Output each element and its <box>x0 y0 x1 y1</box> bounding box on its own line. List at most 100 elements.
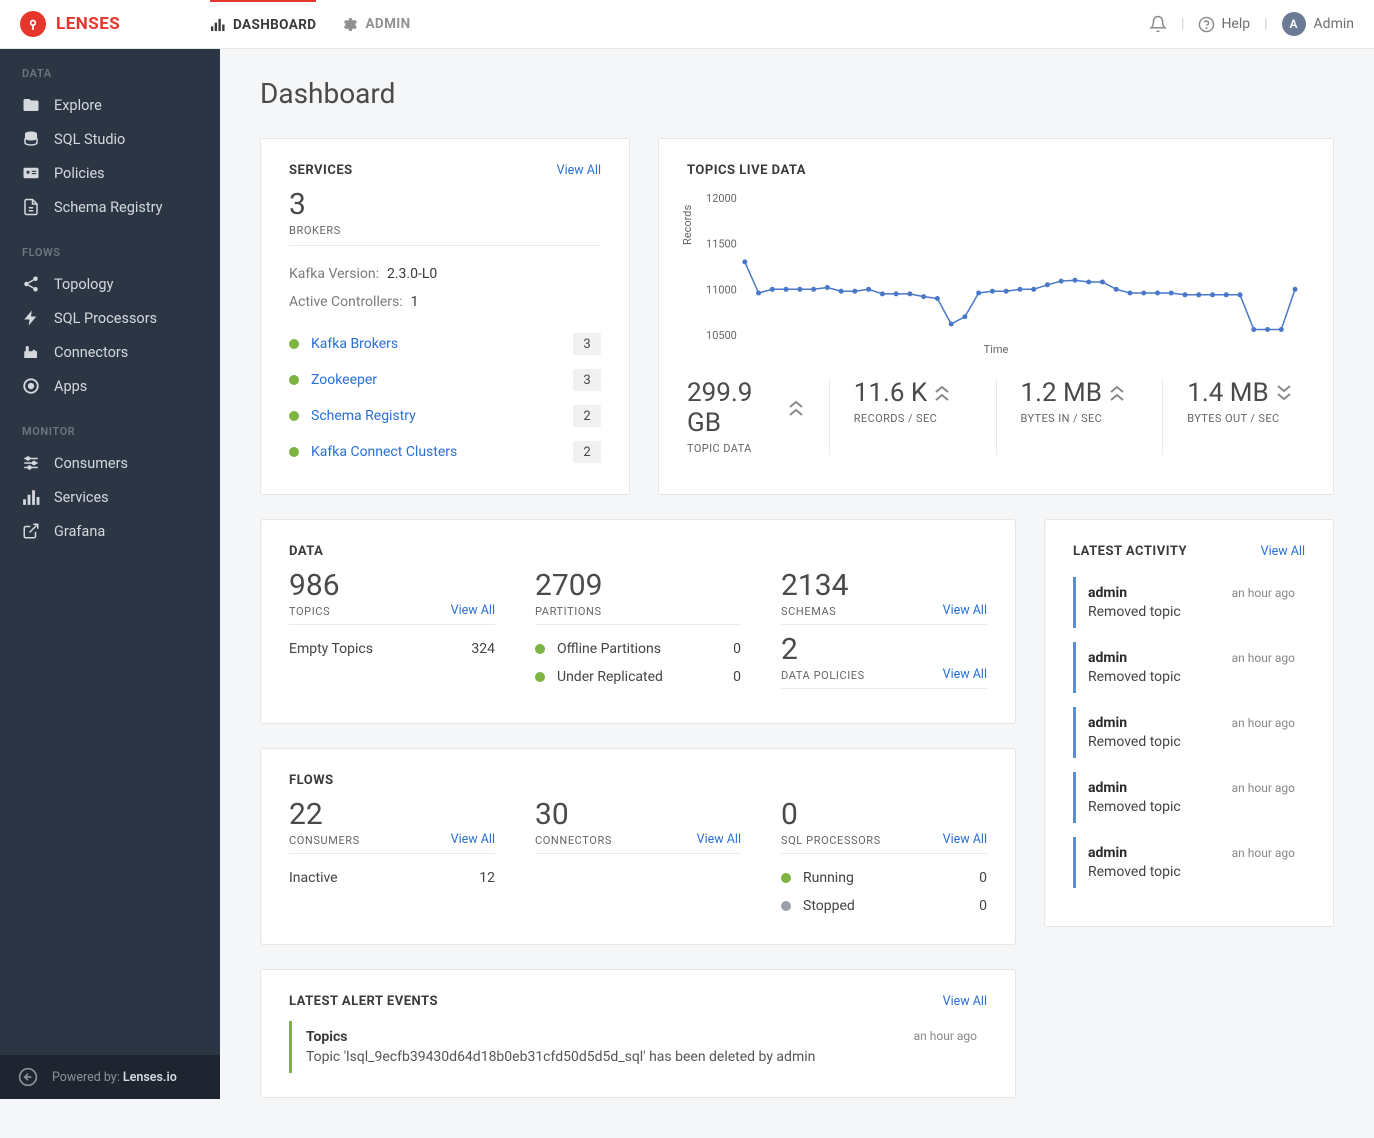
sidebar-header-data: DATA <box>0 67 220 88</box>
schemas-viewall[interactable]: View All <box>943 603 987 618</box>
sidebar-header-flows: FLOWS <box>0 246 220 267</box>
processors-value: 0 <box>781 800 881 830</box>
help-label: Help <box>1221 16 1250 32</box>
logo[interactable]: LENSES <box>20 11 200 37</box>
processors-viewall[interactable]: View All <box>943 832 987 847</box>
sidebar-item-sql-processors[interactable]: SQL Processors <box>0 301 220 335</box>
service-link[interactable]: Zookeeper <box>311 372 561 388</box>
sidebar-footer: Powered by: Lenses.io <box>0 1055 220 1099</box>
help-link[interactable]: Help <box>1198 16 1250 33</box>
topnav-admin[interactable]: ADMIN <box>342 0 410 49</box>
status-dot-icon <box>781 901 791 911</box>
activity-user: admin <box>1088 780 1127 796</box>
flows-title: FLOWS <box>289 773 334 788</box>
activity-item: adminan hour agoRemoved topic <box>1073 837 1305 888</box>
bar-chart-icon <box>22 488 40 506</box>
sidebar-item-explore[interactable]: Explore <box>0 88 220 122</box>
back-icon[interactable] <box>18 1067 38 1087</box>
metric: 1.2 MBBYTES IN / SEC <box>997 378 1164 455</box>
topics-value: 986 <box>289 571 340 601</box>
alerts-viewall[interactable]: View All <box>943 994 987 1009</box>
consumers-viewall[interactable]: View All <box>451 832 495 847</box>
sidebar-item-label: Consumers <box>54 455 128 472</box>
sidebar: DATA Explore SQL Studio Policies Schema … <box>0 49 220 1099</box>
topics-live-chart: Records 10500110001150012000 Time <box>687 190 1305 360</box>
activity-item: adminan hour agoRemoved topic <box>1073 707 1305 758</box>
policies-label: DATA POLICIES <box>781 669 865 682</box>
sidebar-item-topology[interactable]: Topology <box>0 267 220 301</box>
active-controllers-value: 1 <box>411 294 419 310</box>
sidebar-item-sql-studio[interactable]: SQL Studio <box>0 122 220 156</box>
alerts-title: LATEST ALERT EVENTS <box>289 994 438 1009</box>
folder-icon <box>22 96 40 114</box>
activity-time: an hour ago <box>1232 781 1295 795</box>
metric-label: TOPIC DATA <box>687 442 805 455</box>
sidebar-item-label: Explore <box>54 97 102 114</box>
alerts-card: LATEST ALERT EVENTS View All Topics an h… <box>260 969 1016 1098</box>
user-menu[interactable]: A Admin <box>1282 12 1354 36</box>
activity-message: Removed topic <box>1088 734 1295 750</box>
data-card: DATA 986 TOPICS View All Empty Topics324 <box>260 519 1016 724</box>
bell-icon[interactable] <box>1149 15 1167 33</box>
activity-time: an hour ago <box>1232 586 1295 600</box>
status-dot-icon <box>781 873 791 883</box>
brokers-count: 3 <box>289 190 601 220</box>
sidebar-item-consumers[interactable]: Consumers <box>0 446 220 480</box>
svg-text:11500: 11500 <box>706 238 737 251</box>
activity-viewall[interactable]: View All <box>1261 544 1305 559</box>
service-row: Kafka Connect Clusters2 <box>289 434 601 470</box>
schemas-label: SCHEMAS <box>781 605 848 618</box>
sidebar-item-label: SQL Studio <box>54 131 125 148</box>
alert-title: Topics <box>306 1029 347 1045</box>
partitions-value: 2709 <box>535 571 602 601</box>
sidebar-item-apps[interactable]: Apps <box>0 369 220 403</box>
avatar: A <box>1282 12 1306 36</box>
sidebar-item-grafana[interactable]: Grafana <box>0 514 220 548</box>
sidebar-item-services[interactable]: Services <box>0 480 220 514</box>
policies-viewall[interactable]: View All <box>943 667 987 682</box>
question-icon <box>1198 16 1215 33</box>
activity-time: an hour ago <box>1232 651 1295 665</box>
service-link[interactable]: Schema Registry <box>311 408 561 424</box>
stopped-label: Stopped <box>803 898 855 914</box>
topics-live-title: TOPICS LIVE DATA <box>687 163 806 178</box>
activity-item: adminan hour agoRemoved topic <box>1073 772 1305 823</box>
sidebar-item-connectors[interactable]: Connectors <box>0 335 220 369</box>
topics-label: TOPICS <box>289 605 340 618</box>
inactive-label: Inactive <box>289 870 338 886</box>
kafka-version-label: Kafka Version: <box>289 266 379 282</box>
svg-text:11000: 11000 <box>706 283 737 296</box>
bar-chart-icon <box>210 17 225 32</box>
consumers-label: CONSUMERS <box>289 834 360 847</box>
service-row: Zookeeper 3 <box>289 362 601 398</box>
offline-value: 0 <box>733 641 741 657</box>
activity-time: an hour ago <box>1232 846 1295 860</box>
services-viewall[interactable]: View All <box>557 163 601 178</box>
topics-live-card: TOPICS LIVE DATA Records 105001100011500… <box>658 138 1334 495</box>
sidebar-item-label: Topology <box>54 276 113 293</box>
service-link[interactable]: Kafka Connect Clusters <box>311 444 561 460</box>
activity-user: admin <box>1088 585 1127 601</box>
consumers-value: 22 <box>289 800 360 830</box>
service-count: 3 <box>573 369 601 391</box>
share-icon <box>22 275 40 293</box>
topnav-dashboard[interactable]: DASHBOARD <box>210 0 316 48</box>
running-label: Running <box>803 870 854 886</box>
active-controllers-label: Active Controllers: <box>289 294 403 310</box>
connectors-viewall[interactable]: View All <box>697 832 741 847</box>
service-count: 2 <box>573 405 601 427</box>
metric-label: BYTES IN / SEC <box>1021 412 1139 425</box>
sliders-icon <box>22 454 40 472</box>
connectors-value: 30 <box>535 800 612 830</box>
service-link[interactable]: Kafka Brokers <box>311 336 561 352</box>
sidebar-item-label: Schema Registry <box>54 199 163 216</box>
file-icon <box>22 198 40 216</box>
topics-viewall[interactable]: View All <box>451 603 495 618</box>
separator: | <box>1264 16 1267 32</box>
sidebar-item-schema-registry[interactable]: Schema Registry <box>0 190 220 224</box>
sidebar-item-label: Connectors <box>54 344 128 361</box>
activity-item: adminan hour agoRemoved topic <box>1073 642 1305 693</box>
sidebar-item-policies[interactable]: Policies <box>0 156 220 190</box>
connectors-label: CONNECTORS <box>535 834 612 847</box>
page-title: Dashboard <box>260 77 1334 110</box>
